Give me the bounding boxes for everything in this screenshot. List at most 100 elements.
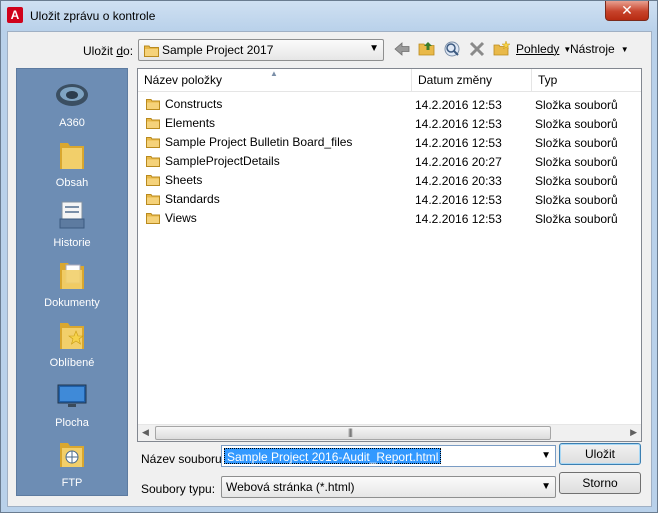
- item-type: Složka souborů: [535, 193, 618, 207]
- chevron-down-icon: ▼: [620, 44, 629, 54]
- documents-folder-icon: [60, 263, 84, 289]
- item-type: Složka souborů: [535, 117, 618, 131]
- place-label: Obsah: [55, 177, 89, 189]
- scroll-right-icon[interactable]: ▶: [630, 427, 637, 438]
- item-date: 14.2.2016 12:53: [415, 117, 502, 131]
- list-item[interactable]: Sheets 14.2.2016 20:33 Složka souborů: [138, 171, 641, 190]
- place-label: FTP: [61, 477, 83, 489]
- scroll-left-icon[interactable]: ◀: [142, 427, 149, 438]
- current-folder-value: Sample Project 2017: [162, 43, 274, 57]
- place-content[interactable]: Obsah: [17, 137, 127, 197]
- new-folder-icon[interactable]: [492, 39, 512, 59]
- grip-icon: |||: [348, 427, 353, 437]
- content-folder-icon: [60, 143, 84, 169]
- place-ftp[interactable]: FTP: [17, 437, 127, 497]
- item-date: 14.2.2016 12:53: [415, 193, 502, 207]
- file-type-select[interactable]: Webová stránka (*.html) ▼: [221, 476, 556, 498]
- item-type: Složka souborů: [535, 155, 618, 169]
- item-name: Standards: [165, 192, 220, 206]
- chevron-down-icon: ▼: [369, 43, 379, 54]
- list-item[interactable]: SampleProjectDetails 14.2.2016 20:27 Slo…: [138, 152, 641, 171]
- column-header-name-label: Název položky: [144, 73, 223, 87]
- item-type: Složka souborů: [535, 136, 618, 150]
- place-a360[interactable]: A360: [17, 77, 127, 137]
- list-item[interactable]: Constructs 14.2.2016 12:53 Složka soubor…: [138, 95, 641, 114]
- save-in-folder-select[interactable]: Sample Project 2017 ▼: [138, 39, 384, 61]
- file-list[interactable]: Název položky ▲ Datum změny Typ Construc…: [137, 68, 642, 442]
- item-date: 14.2.2016 12:53: [415, 98, 502, 112]
- places-bar: A360 Obsah Historie Dokumenty Oblíbené P…: [16, 68, 128, 496]
- item-type: Složka souborů: [535, 212, 618, 226]
- file-type-label: Soubory typu:: [141, 482, 216, 496]
- item-name: Sample Project Bulletin Board_files: [165, 135, 353, 149]
- sort-ascending-icon: ▲: [270, 69, 278, 78]
- search-web-icon[interactable]: [442, 39, 462, 59]
- item-date: 14.2.2016 20:33: [415, 174, 502, 188]
- list-item[interactable]: Views 14.2.2016 12:53 Složka souborů: [138, 209, 641, 228]
- column-header-name[interactable]: Název položky ▲: [138, 69, 412, 92]
- folder-icon: [146, 194, 160, 205]
- place-history[interactable]: Historie: [17, 197, 127, 257]
- tools-menu-button[interactable]: Nástroje ▼: [570, 39, 629, 59]
- chevron-down-icon: ▼: [541, 481, 551, 492]
- column-header-type-label: Typ: [538, 73, 558, 87]
- file-type-value: Webová stránka (*.html): [226, 480, 355, 494]
- dialog-client-area: Uložit do: Sample Project 2017 ▼ Pohledy…: [7, 31, 652, 507]
- item-date: 14.2.2016 12:53: [415, 212, 502, 226]
- delete-icon[interactable]: [467, 39, 487, 59]
- place-documents[interactable]: Dokumenty: [17, 257, 127, 317]
- save-in-label-prefix: Uložit: [83, 44, 117, 58]
- place-label: Plocha: [55, 417, 89, 429]
- file-name-value: Sample Project 2016-Audit_Report.html: [224, 448, 442, 464]
- item-name: Constructs: [165, 97, 223, 111]
- favorites-folder-icon: [60, 323, 84, 349]
- save-button[interactable]: Uložit: [559, 443, 641, 465]
- folder-icon: [146, 213, 160, 224]
- place-label: Dokumenty: [44, 297, 100, 309]
- cancel-button[interactable]: Storno: [559, 472, 641, 494]
- column-header-date[interactable]: Datum změny: [412, 69, 532, 92]
- views-menu-button[interactable]: Pohledy ▼: [516, 39, 571, 59]
- save-dialog-window: A Uložit zprávu o kontrole ✕ Uložit do: …: [0, 0, 658, 513]
- column-header-date-label: Datum změny: [418, 73, 493, 87]
- place-label: Oblíbené: [49, 357, 95, 369]
- folder-icon: [146, 118, 160, 129]
- place-favorites[interactable]: Oblíbené: [17, 317, 127, 377]
- a360-cloud-icon: [56, 84, 88, 106]
- item-name: Elements: [165, 116, 216, 130]
- desktop-icon: [57, 384, 87, 407]
- horizontal-scrollbar[interactable]: ◀ ||| ▶: [138, 424, 641, 441]
- folder-icon: [146, 137, 160, 148]
- file-name-label: Název souboru:: [141, 452, 226, 466]
- list-item[interactable]: Sample Project Bulletin Board_files 14.2…: [138, 133, 641, 152]
- save-in-label: Uložit do:: [83, 44, 133, 58]
- folder-icon: [146, 156, 160, 167]
- title-bar[interactable]: A Uložit zprávu o kontrole ✕: [1, 1, 657, 31]
- close-button[interactable]: ✕: [605, 1, 649, 21]
- ftp-icon: [60, 443, 84, 467]
- item-date: 14.2.2016 12:53: [415, 136, 502, 150]
- back-arrow-icon[interactable]: [392, 39, 412, 59]
- folder-icon: [146, 99, 160, 110]
- place-label: Historie: [53, 237, 91, 249]
- item-name: Views: [165, 211, 197, 225]
- scrollbar-thumb[interactable]: |||: [155, 426, 551, 440]
- folder-icon: [146, 175, 160, 186]
- item-type: Složka souborů: [535, 98, 618, 112]
- autocad-app-icon: A: [7, 7, 23, 23]
- history-icon: [59, 201, 85, 229]
- item-type: Složka souborů: [535, 174, 618, 188]
- views-label: Pohledy: [516, 42, 560, 56]
- item-name: Sheets: [165, 173, 203, 187]
- up-folder-icon[interactable]: [417, 39, 437, 59]
- column-header-type[interactable]: Typ: [532, 69, 641, 92]
- list-item[interactable]: Standards 14.2.2016 12:53 Složka souborů: [138, 190, 641, 209]
- place-desktop[interactable]: Plocha: [17, 377, 127, 437]
- save-in-label-suffix: o:: [123, 44, 134, 58]
- list-item[interactable]: Elements 14.2.2016 12:53 Složka souborů: [138, 114, 641, 133]
- tools-label: Nástroje: [570, 42, 615, 56]
- chevron-down-icon[interactable]: ▼: [541, 450, 551, 461]
- item-date: 14.2.2016 20:27: [415, 155, 502, 169]
- folder-icon: [144, 45, 159, 57]
- file-name-input[interactable]: Sample Project 2016-Audit_Report.html ▼: [221, 445, 556, 467]
